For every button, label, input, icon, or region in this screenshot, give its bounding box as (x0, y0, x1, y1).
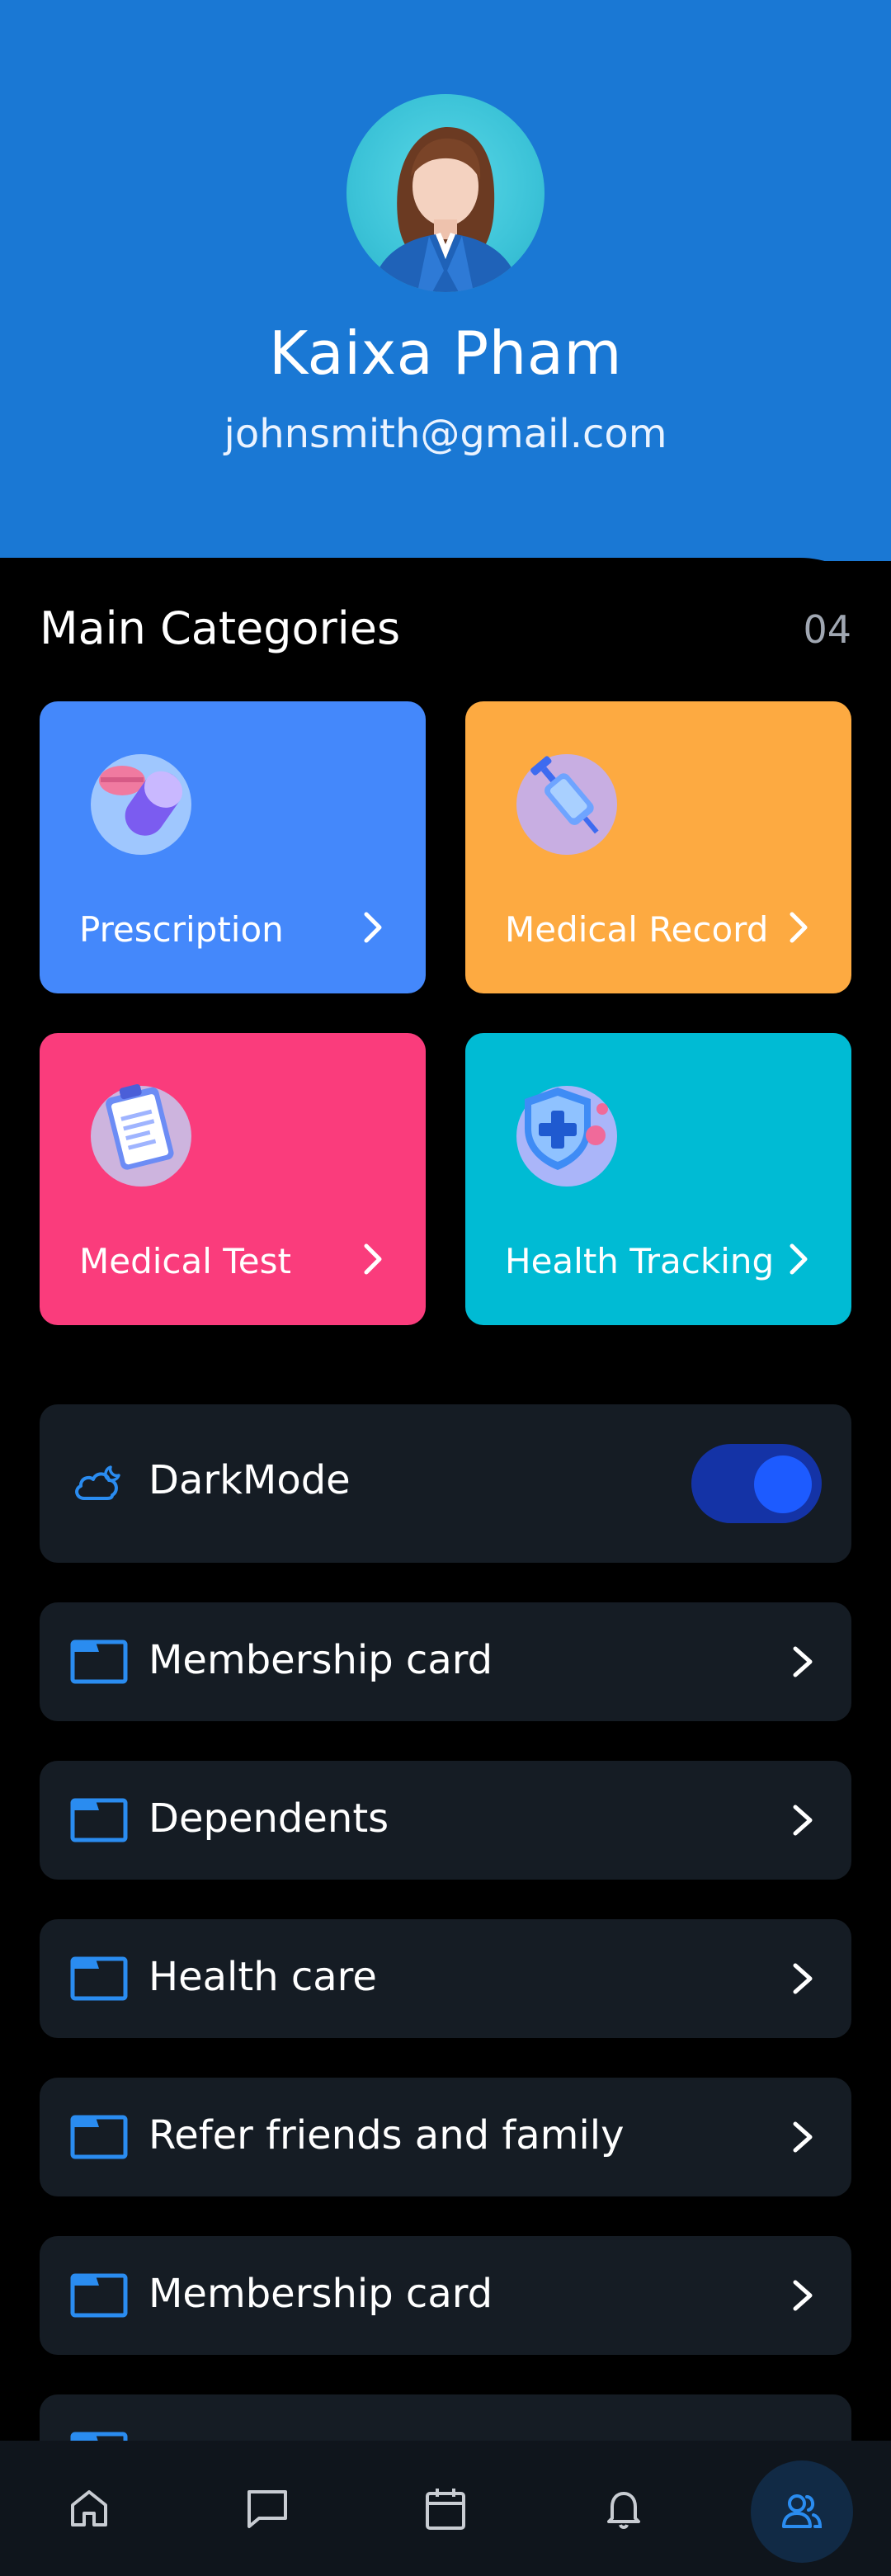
settings-row-label: Membership card (148, 2271, 493, 2317)
settings-row-label: Health care (148, 1954, 377, 2000)
profile-icon (782, 2494, 823, 2528)
profile-name: Kaixa Pham (269, 318, 622, 388)
cloud-moon-icon (75, 1465, 120, 1500)
nav-notifications[interactable] (581, 2465, 667, 2551)
section-title: Main Categories (40, 602, 401, 654)
settings-row-label: Refer friends and family (148, 2112, 625, 2158)
darkmode-row: DarkMode (40, 1404, 851, 1563)
nav-home[interactable] (46, 2465, 132, 2551)
category-count: 04 (803, 607, 851, 652)
category-label: Medical Test (79, 1241, 291, 1281)
settings-row-health-care[interactable]: Health care (40, 1919, 851, 2038)
chevron-right-icon (790, 912, 808, 943)
category-card-medical-test[interactable]: Medical Test (40, 1033, 426, 1325)
avatar[interactable] (346, 94, 544, 292)
profile-email: johnsmith@gmail.com (224, 411, 667, 457)
chevron-right-icon (793, 1963, 813, 1994)
chevron-right-icon (790, 1243, 808, 1275)
category-label: Medical Record (505, 909, 769, 950)
folder-icon (70, 2115, 128, 2159)
chevron-right-icon (793, 1805, 813, 1836)
category-card-health-tracking[interactable]: Health Tracking (465, 1033, 851, 1325)
chevron-right-icon (793, 2280, 813, 2311)
chevron-right-icon (793, 2121, 813, 2153)
nav-chat[interactable] (224, 2465, 310, 2551)
category-label: Health Tracking (505, 1241, 775, 1281)
settings-row-membership-card[interactable]: Membership card (40, 1602, 851, 1721)
chevron-right-icon (793, 1646, 813, 1677)
syringe-icon (516, 754, 617, 855)
bottom-nav (0, 2441, 891, 2576)
settings-row-label: Membership card (148, 1637, 493, 1683)
category-card-medical-record[interactable]: Medical Record (465, 701, 851, 993)
settings-row-label: Dependents (148, 1795, 389, 1842)
folder-icon (70, 1639, 128, 1684)
chat-icon (248, 2490, 287, 2528)
toggle-knob (754, 1455, 812, 1513)
folder-icon (70, 1956, 128, 2001)
category-card-prescription[interactable]: Prescription (40, 701, 426, 993)
shield-plus-icon (516, 1086, 617, 1187)
folder-icon (70, 1798, 128, 1842)
settings-row-dependents[interactable]: Dependents (40, 1761, 851, 1880)
darkmode-toggle[interactable] (691, 1444, 822, 1523)
chevron-right-icon (364, 1243, 382, 1275)
nav-profile[interactable] (751, 2460, 853, 2563)
category-label: Prescription (79, 909, 284, 950)
settings-row-membership-card-2[interactable]: Membership card (40, 2236, 851, 2355)
clipboard-icon (91, 1083, 191, 1187)
darkmode-label: DarkMode (148, 1457, 351, 1503)
chevron-right-icon (364, 912, 382, 943)
folder-icon (70, 2273, 128, 2318)
calendar-icon (426, 2489, 465, 2530)
nav-calendar[interactable] (403, 2465, 488, 2551)
bell-icon (607, 2492, 640, 2529)
profile-header: Kaixa Pham johnsmith@gmail.com (0, 0, 891, 561)
settings-row-refer-friends[interactable]: Refer friends and family (40, 2078, 851, 2196)
home-icon (71, 2490, 107, 2526)
pills-icon (91, 754, 191, 855)
